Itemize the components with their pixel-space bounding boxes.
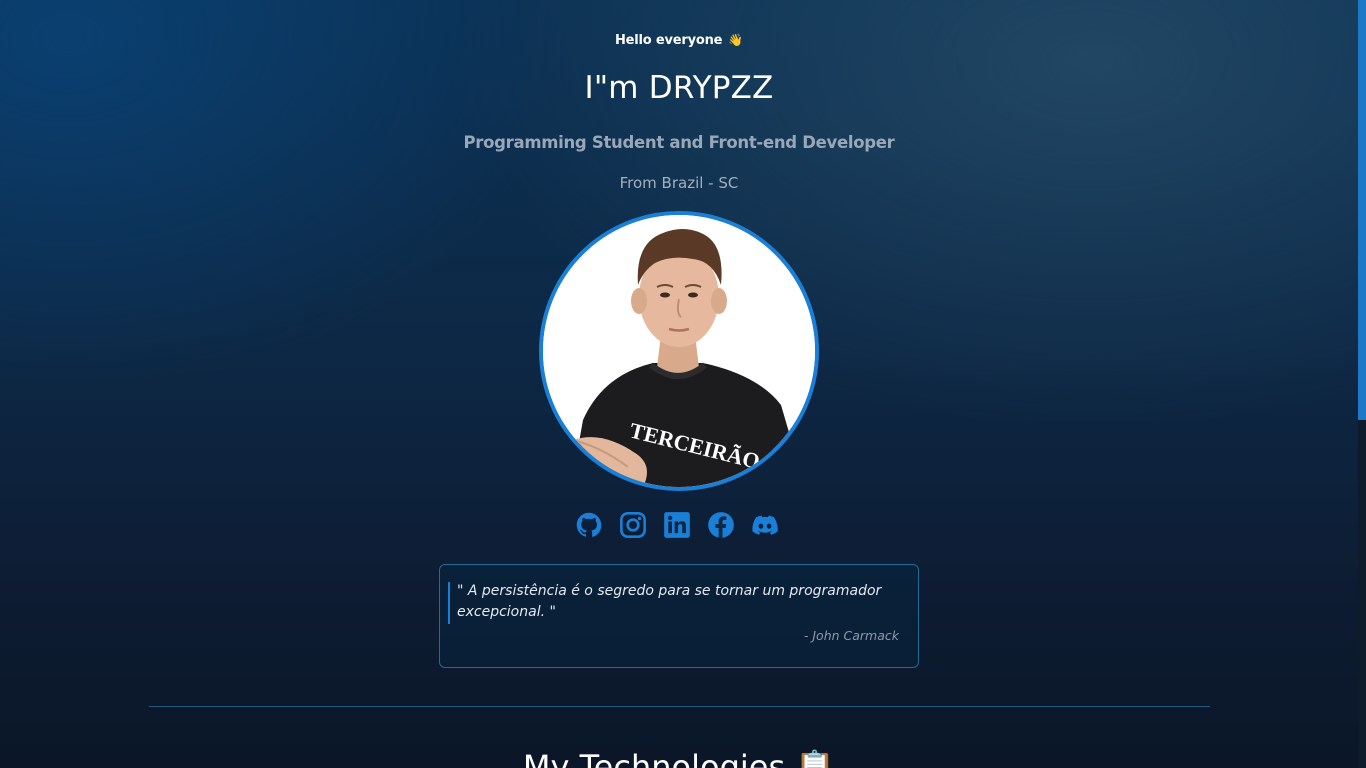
page-scrollbar[interactable] [1358,0,1366,768]
section-divider [149,706,1210,707]
greeting-text: Hello everyone [614,33,723,48]
quote-author: - John Carmack [803,628,899,643]
scrollbar-thumb[interactable] [1358,0,1366,420]
quote-text: " A persistência é o segredo para se tor… [457,583,882,620]
facebook-icon[interactable] [707,510,735,540]
clipboard-icon: 📋 [795,748,836,768]
github-icon[interactable] [575,510,603,540]
section-title-text: My Technologies [522,748,786,768]
quote-accent-bar [448,582,450,624]
profile-photo: TERCEIRÃO [543,215,815,487]
location-text: From Brazil - SC [619,174,739,192]
wave-emoji-icon: 👋 [728,33,743,47]
profile-avatar: TERCEIRÃO [539,211,819,491]
greeting: Hello everyone 👋 [0,33,1358,48]
instagram-icon[interactable] [619,510,647,540]
quote-card: " A persistência é o segredo para se tor… [439,564,919,668]
discord-icon[interactable] [751,510,779,540]
linkedin-icon[interactable] [663,510,691,540]
page: Hello everyone 👋 I"m DRYPZZ Programming S… [0,0,1358,768]
section-title: My Technologies 📋 [0,748,1358,768]
subtitle: Programming Student and Front-end Develo… [463,133,895,152]
page-title: I"m DRYPZZ [584,70,774,106]
social-links [575,510,785,542]
